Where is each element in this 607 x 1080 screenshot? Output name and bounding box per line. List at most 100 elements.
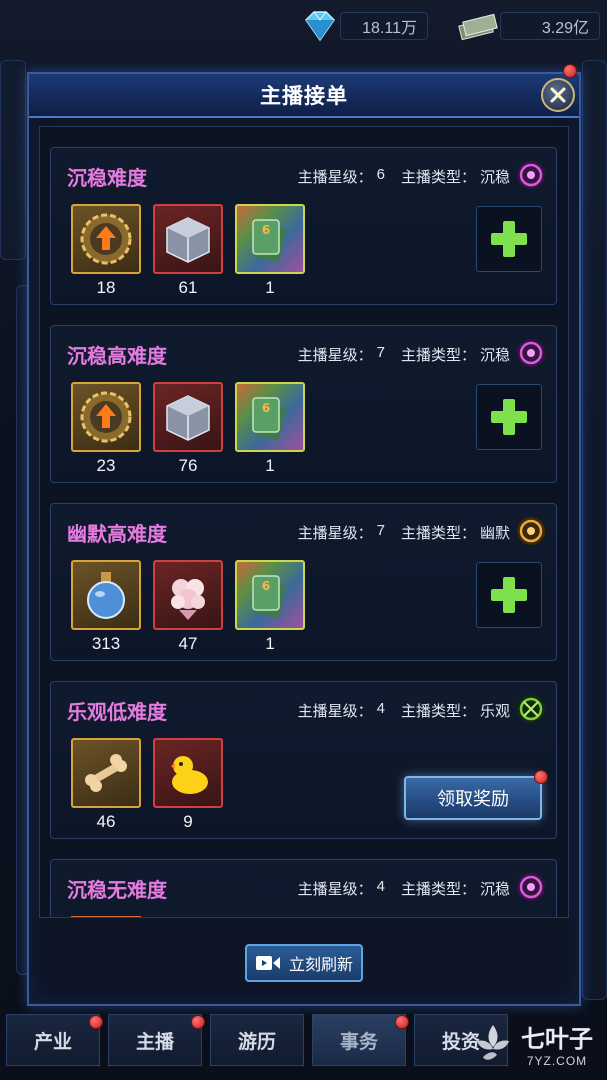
item-box xyxy=(71,204,141,274)
nav-tab-label: 游历 xyxy=(237,1031,276,1053)
close-icon xyxy=(550,87,566,103)
item-count: 9 xyxy=(183,812,193,831)
nav-tab-industry[interactable]: 产业 xyxy=(6,1014,103,1066)
star-level-value: 6 xyxy=(376,166,385,183)
type-value: 幽默 xyxy=(479,525,510,542)
nav-tab-travel[interactable]: 游历 xyxy=(210,1014,304,1066)
task-name: 沉稳无难度 xyxy=(67,880,167,902)
task-meta: 主播星级： 4 主播类型： 沉稳 xyxy=(298,878,510,899)
item-slot[interactable]: 6 1 xyxy=(235,382,305,476)
item-count: 61 xyxy=(178,278,198,297)
diamond-icon xyxy=(305,11,335,42)
star-level-value: 7 xyxy=(376,522,385,539)
reward-items: 18 61 6 1 xyxy=(71,204,305,298)
upgrade-gear-icon xyxy=(80,213,132,265)
task-card: 沉稳高难度 主播星级： 7 主播类型： 沉稳 23 76 6 1 xyxy=(50,325,557,483)
star-level-label: 主播星级： xyxy=(297,347,373,364)
item-slot[interactable]: 313 xyxy=(71,560,141,654)
flower-bouquet-icon xyxy=(171,579,205,620)
notification-badge xyxy=(534,770,548,784)
watermark-domain: 7YZ.COM xyxy=(526,1053,588,1068)
item-count: 1 xyxy=(265,278,275,297)
type-label: 主播类型： xyxy=(400,347,476,364)
order-dialog: 主播接单 沉稳难度 主播星级： 6 主播类型： 沉稳 18 61 6 1 沉稳高… xyxy=(27,72,581,1006)
nav-tab-label: 主播 xyxy=(135,1031,174,1053)
currency-cash: 3.29亿 xyxy=(456,8,600,44)
item-count: 1 xyxy=(265,634,275,653)
cube-icon xyxy=(166,217,210,263)
plus-icon xyxy=(491,221,527,257)
add-host-button[interactable] xyxy=(476,562,542,628)
item-slot[interactable]: 23 xyxy=(71,382,141,476)
item-slot[interactable]: 18 xyxy=(71,204,141,298)
task-list[interactable]: 沉稳难度 主播星级： 6 主播类型： 沉稳 18 61 6 1 沉稳高难度 主播… xyxy=(39,126,569,918)
svg-text:6: 6 xyxy=(262,401,270,415)
refresh-button[interactable]: 立刻刷新 xyxy=(245,944,363,982)
background-panel-right xyxy=(582,60,607,1000)
reward-items: 313 47 6 1 xyxy=(71,560,305,654)
nav-tab-host[interactable]: 主播 xyxy=(108,1014,205,1066)
background-panel-left xyxy=(0,60,26,260)
task-meta: 主播星级： 4 主播类型： 乐观 xyxy=(298,700,510,721)
nav-tab-label: 产业 xyxy=(33,1031,72,1053)
item-box xyxy=(153,560,223,630)
upgrade-gear-icon xyxy=(80,391,132,443)
star-level-label: 主播星级： xyxy=(297,703,373,720)
item-slot[interactable]: 76 xyxy=(153,382,223,476)
watermark-name: 七叶子 xyxy=(521,1025,593,1053)
notification-badge xyxy=(191,1015,205,1029)
item-box-edge xyxy=(71,916,141,917)
type-value: 沉稳 xyxy=(479,881,510,898)
leaf-logo-icon xyxy=(477,1025,509,1060)
task-card: 幽默高难度 主播星级： 7 主播类型： 幽默 313 47 6 1 xyxy=(50,503,557,661)
notification-badge xyxy=(395,1015,409,1029)
watermark: 七叶子 7YZ.COM xyxy=(469,1016,599,1070)
optimistic-type-icon xyxy=(517,695,545,723)
card-6-icon: 6 xyxy=(252,219,287,263)
item-count: 47 xyxy=(178,634,198,653)
type-label: 主播类型： xyxy=(400,169,476,186)
star-level-value: 4 xyxy=(376,878,385,895)
nav-tab-label: 事务 xyxy=(339,1031,378,1053)
item-count: 76 xyxy=(178,456,198,475)
task-name: 沉稳高难度 xyxy=(67,346,167,368)
video-camera-icon xyxy=(255,956,280,970)
item-slot[interactable]: 6 1 xyxy=(235,204,305,298)
task-name: 沉稳难度 xyxy=(67,168,147,190)
star-level-value: 4 xyxy=(376,700,385,717)
task-name: 幽默高难度 xyxy=(67,524,167,546)
item-box xyxy=(153,382,223,452)
reward-items: 23 76 6 1 xyxy=(71,382,305,476)
item-slot[interactable]: 47 xyxy=(153,560,223,654)
item-slot[interactable]: 9 xyxy=(153,738,223,832)
svg-text:6: 6 xyxy=(262,223,270,237)
diamond-value: 18.11万 xyxy=(340,12,428,40)
item-box xyxy=(71,560,141,630)
nav-tab-affairs[interactable]: 事务 xyxy=(312,1014,409,1066)
steady-type-icon xyxy=(517,873,545,901)
steady-type-icon xyxy=(517,161,545,189)
plus-icon xyxy=(491,399,527,435)
claim-reward-button[interactable]: 领取奖励 xyxy=(404,776,542,820)
item-count: 18 xyxy=(96,278,116,297)
refresh-label: 立刻刷新 xyxy=(288,957,353,974)
item-box xyxy=(71,382,141,452)
close-button[interactable] xyxy=(541,78,575,112)
type-label: 主播类型： xyxy=(400,525,476,542)
item-box: 6 xyxy=(235,382,305,452)
task-meta: 主播星级： 7 主播类型： 幽默 xyxy=(298,522,510,543)
type-value: 沉稳 xyxy=(479,169,510,186)
type-label: 主播类型： xyxy=(400,881,476,898)
item-slot[interactable]: 6 1 xyxy=(235,560,305,654)
item-box xyxy=(153,204,223,274)
item-slot[interactable]: 46 xyxy=(71,738,141,832)
item-slot[interactable]: 61 xyxy=(153,204,223,298)
dialog-title: 主播接单 xyxy=(260,85,348,108)
star-level-label: 主播星级： xyxy=(297,881,373,898)
potion-icon xyxy=(87,572,125,619)
item-box: 6 xyxy=(235,204,305,274)
cash-value: 3.29亿 xyxy=(500,12,600,40)
add-host-button[interactable] xyxy=(476,206,542,272)
add-host-button[interactable] xyxy=(476,384,542,450)
type-value: 乐观 xyxy=(479,703,510,720)
